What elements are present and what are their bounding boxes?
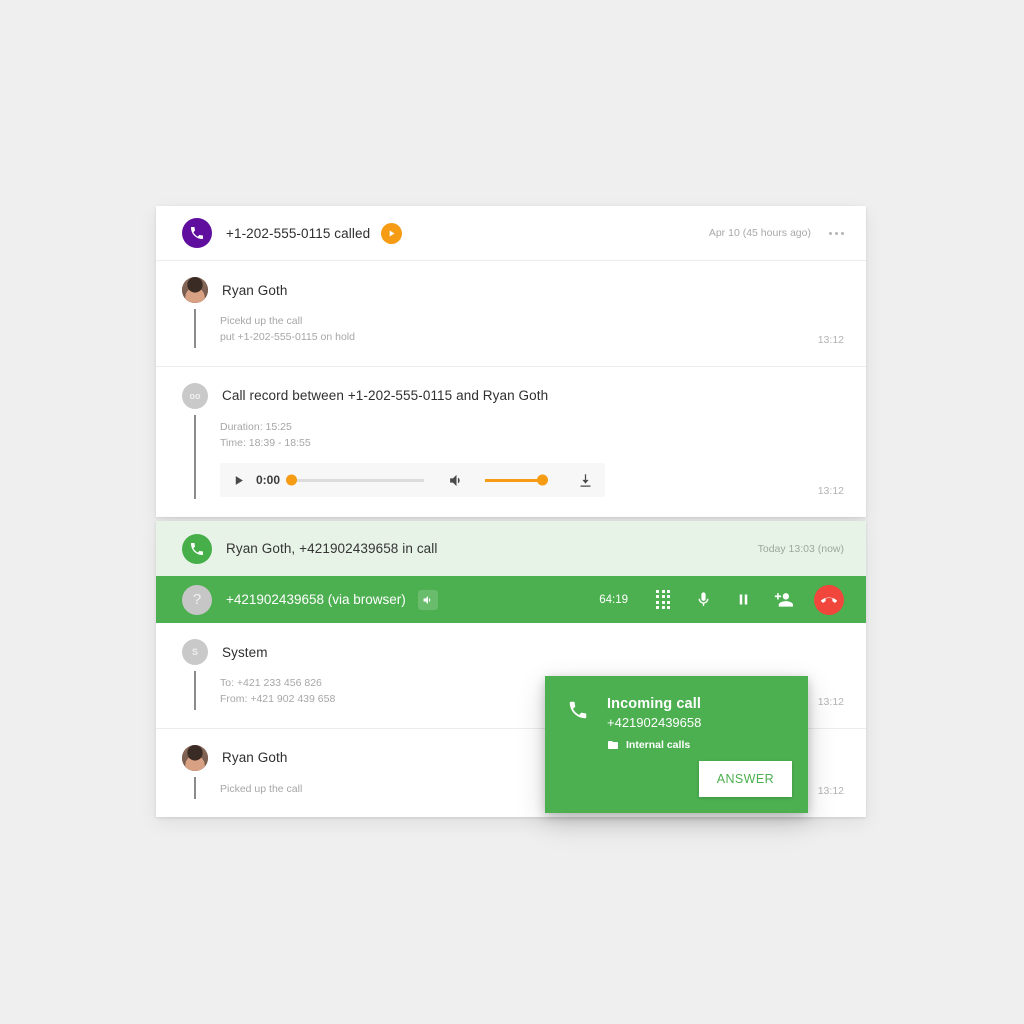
message-header: oo Call record between +1-202-555-0115 a… — [182, 382, 844, 409]
player-play-button[interactable] — [232, 474, 254, 487]
incoming-call-popup: Incoming call +421902439658 Internal cal… — [545, 676, 808, 813]
message-header: Ryan Goth — [182, 277, 844, 303]
player-volume-slider[interactable] — [485, 474, 549, 486]
avatar: oo — [182, 382, 208, 409]
live-call-header: Ryan Goth, +421902439658 in call Today 1… — [156, 521, 866, 576]
more-options-icon[interactable] — [829, 231, 844, 235]
message-author: Call record between +1-202-555-0115 and … — [222, 388, 549, 404]
call-history-header: +1-202-555-0115 called Apr 10 (45 hours … — [156, 206, 866, 261]
play-icon — [235, 475, 243, 485]
incoming-call-text: Incoming call +421902439658 Internal cal… — [607, 696, 701, 751]
message-line: Picekd up the call — [220, 315, 303, 327]
message-author: Ryan Goth — [222, 282, 288, 298]
message-timestamp: 13:12 — [817, 784, 844, 797]
message-timestamp: 13:12 — [817, 485, 844, 498]
player-current-time: 0:00 — [256, 473, 281, 488]
avatar — [182, 744, 208, 771]
pause-icon[interactable] — [730, 587, 756, 613]
message-author: Ryan Goth — [222, 750, 288, 766]
message-row: Ryan Goth Picekd up the call put +1-202-… — [156, 261, 866, 367]
play-icon — [389, 230, 395, 236]
message-timestamp: 13:12 — [817, 333, 844, 346]
incoming-call-group: Internal calls — [607, 739, 701, 751]
message-header: S System — [182, 639, 844, 665]
folder-icon — [608, 741, 618, 749]
message-line: put +1-202-555-0115 on hold — [220, 331, 355, 344]
microphone-icon[interactable] — [690, 587, 716, 613]
live-call-timestamp: Today 13:03 (now) — [757, 542, 844, 555]
hangup-icon[interactable] — [814, 584, 844, 615]
speaker-icon[interactable] — [417, 589, 438, 610]
active-call-number: +421902439658 (via browser) — [226, 592, 406, 607]
play-recording-button[interactable] — [381, 222, 403, 244]
message-timestamp: 13:12 — [817, 695, 844, 708]
incoming-call-content: Incoming call +421902439658 Internal cal… — [567, 696, 788, 751]
dialpad-icon[interactable] — [650, 587, 676, 613]
phone-icon — [567, 696, 593, 726]
incoming-call-number: +421902439658 — [607, 715, 702, 730]
call-history-card: +1-202-555-0115 called Apr 10 (45 hours … — [156, 206, 866, 518]
download-icon[interactable] — [565, 463, 605, 497]
screen: +1-202-555-0115 called Apr 10 (45 hours … — [0, 0, 1024, 1024]
avatar: ? — [182, 584, 212, 615]
audio-player: 0:00 — [220, 463, 606, 498]
avatar — [182, 277, 208, 303]
active-call-bar: ? +421902439658 (via browser) 64:19 — [156, 576, 866, 623]
message-line: Duration: 15:25 — [220, 420, 292, 433]
player-progress-slider[interactable] — [286, 474, 425, 486]
add-person-icon[interactable] — [770, 587, 796, 613]
message-body: Duration: 15:25 Time: 18:39 - 18:55 0:00 — [194, 414, 844, 500]
answer-button[interactable]: ANSWER — [698, 761, 792, 797]
incoming-call-title: Incoming call — [607, 696, 701, 712]
live-call-title: Ryan Goth, +421902439658 in call — [226, 541, 438, 556]
speaker-icon[interactable] — [448, 472, 465, 489]
player-progress-handle[interactable] — [286, 474, 298, 486]
message-line: Time: 18:39 - 18:55 — [220, 436, 311, 449]
message-body: Picekd up the call put +1-202-555-0115 o… — [194, 309, 844, 348]
player-volume-handle[interactable] — [537, 474, 549, 486]
incoming-call-group-label: Internal calls — [626, 739, 691, 751]
call-history-timestamp: Apr 10 (45 hours ago) — [708, 227, 811, 239]
message-author: System — [222, 644, 268, 660]
call-duration-timer: 64:19 — [599, 593, 628, 606]
message-row: oo Call record between +1-202-555-0115 a… — [156, 367, 866, 518]
phone-icon — [182, 533, 212, 564]
avatar: S — [182, 639, 208, 665]
phone-icon — [182, 218, 212, 248]
call-history-title: +1-202-555-0115 called — [226, 225, 371, 241]
